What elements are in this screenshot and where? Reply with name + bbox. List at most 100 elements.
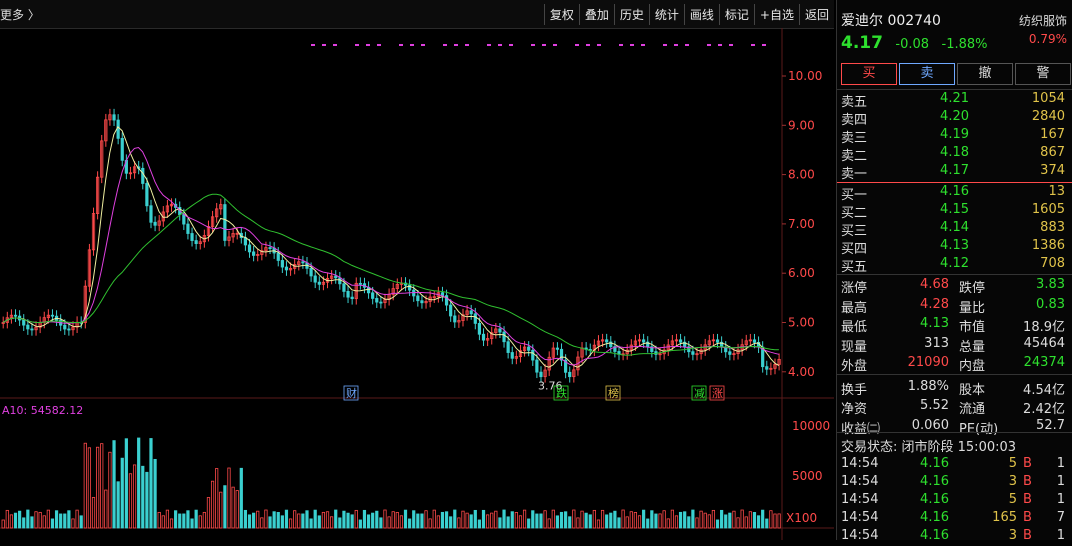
signal-dot	[311, 44, 315, 46]
candle-body	[30, 328, 34, 331]
stat-value: 45464	[1023, 335, 1065, 351]
candle-body	[190, 233, 194, 241]
toolbar-button[interactable]: 历史	[613, 4, 649, 25]
candle-body	[334, 275, 338, 279]
volume-bar	[42, 515, 46, 529]
stat-label: 总量	[959, 339, 986, 355]
trade-volume: 3	[1008, 474, 1017, 489]
level-price: 4.14	[940, 220, 969, 235]
sell-button[interactable]: 卖	[899, 63, 955, 85]
candle-body	[247, 244, 252, 253]
toolbar-button[interactable]: 返回	[798, 4, 834, 25]
volume-bar	[358, 519, 362, 529]
level-price: 4.21	[940, 91, 969, 106]
volume-bar	[527, 518, 531, 529]
volume-bar	[206, 497, 211, 529]
stat-row: 涨停 4.68 跌停 3.83	[837, 277, 1072, 297]
ask-row[interactable]: 卖五 4.21 1054	[837, 91, 1072, 110]
volume-bar	[350, 514, 354, 529]
volume-bar	[124, 438, 128, 529]
trade-row: 14:54 4.16 5 B 1	[837, 456, 1072, 474]
volume-bar	[91, 497, 96, 529]
cancel-order-button[interactable]: 撤	[957, 63, 1013, 85]
bid-row[interactable]: 买三 4.14 883	[837, 220, 1072, 239]
toolbar-button[interactable]: +自选	[753, 4, 799, 25]
signal-dot	[443, 44, 447, 46]
toolbar-button[interactable]: 标记	[718, 4, 754, 25]
volume-bar	[190, 518, 194, 529]
candle-body	[449, 304, 453, 317]
volume-bar	[428, 518, 432, 529]
volume-bar	[38, 511, 42, 529]
volume-bar	[321, 511, 326, 529]
industry-label[interactable]: 纺织服饰	[1019, 12, 1067, 29]
volume-bar	[748, 511, 752, 529]
alert-button[interactable]: 警	[1015, 63, 1071, 85]
candle-body	[145, 183, 149, 207]
candle-body	[223, 204, 227, 241]
candle-body	[67, 328, 71, 331]
trade-row: 14:54 4.16 5 B 1	[837, 492, 1072, 510]
stat-row: 净资 5.52 流通 2.42亿	[837, 398, 1072, 418]
ask-row[interactable]: 卖三 4.19 167	[837, 127, 1072, 146]
volume-bar	[87, 447, 92, 529]
level-label: 买五	[841, 260, 868, 275]
volume-bar	[305, 510, 309, 529]
volume-bar	[362, 509, 367, 529]
signal-dot	[718, 44, 722, 46]
stat-label: 现量	[841, 339, 868, 355]
volume-bar	[756, 515, 761, 529]
toolbar-button[interactable]: 叠加	[578, 4, 614, 25]
volume-bar	[584, 512, 588, 529]
bid-row[interactable]: 买四 4.13 1386	[837, 238, 1072, 257]
toolbar-button[interactable]: 复权	[543, 4, 579, 25]
ask-row[interactable]: 卖一 4.17 374	[837, 163, 1072, 182]
toolbar-button[interactable]: 画线	[683, 4, 719, 25]
level-volume: 13	[1048, 184, 1065, 199]
volume-bar	[149, 438, 153, 529]
volume-bar	[490, 512, 494, 529]
candle-body	[350, 296, 354, 300]
volume-bar	[26, 509, 30, 529]
candle-body	[715, 339, 720, 343]
volume-bar	[600, 509, 605, 529]
level-volume: 374	[1040, 163, 1065, 178]
signal-dot	[729, 44, 733, 46]
stat-value: 3.83	[1036, 277, 1065, 292]
ask-row[interactable]: 卖二 4.18 867	[837, 145, 1072, 164]
volume-bar	[752, 512, 757, 529]
volume-bar	[1, 519, 5, 529]
bid-row[interactable]: 买一 4.16 13	[837, 184, 1072, 203]
kline-chart[interactable]: 10.009.008.007.006.005.004.003.76财跌榜减涨A1…	[0, 28, 834, 540]
signal-dot	[377, 44, 381, 46]
volume-bar	[703, 512, 707, 529]
candle-body	[642, 339, 646, 343]
volume-bar	[473, 509, 477, 529]
candle-body	[469, 310, 473, 315]
buy-button[interactable]: 买	[841, 63, 897, 85]
candle-body	[481, 333, 486, 341]
stat-value: 21090	[907, 355, 949, 370]
volume-bar	[128, 473, 133, 529]
toolbar-button[interactable]: 统计	[648, 4, 684, 25]
signal-dot	[509, 44, 513, 46]
candle-body	[531, 349, 535, 361]
level-volume: 708	[1040, 256, 1065, 271]
volume-bar	[30, 516, 34, 529]
volume-bar	[301, 513, 305, 529]
stat-value: 4.13	[920, 316, 949, 331]
bid-row[interactable]: 买五 4.12 708	[837, 256, 1072, 275]
volume-bar	[231, 486, 235, 529]
ask-row[interactable]: 卖四 4.20 2840	[837, 109, 1072, 128]
trade-count: 7	[1056, 510, 1065, 525]
stat-label: PE(动)	[959, 421, 999, 437]
candle-body	[728, 351, 732, 355]
volume-bar	[502, 509, 506, 529]
volume-bar	[375, 510, 379, 529]
bid-row[interactable]: 买二 4.15 1605	[837, 202, 1072, 221]
trade-price: 4.16	[920, 456, 949, 471]
more-link[interactable]: 更多 〉	[0, 6, 40, 23]
volume-bar	[662, 510, 666, 529]
signal-dot	[322, 44, 326, 46]
volume-bar	[9, 514, 14, 529]
